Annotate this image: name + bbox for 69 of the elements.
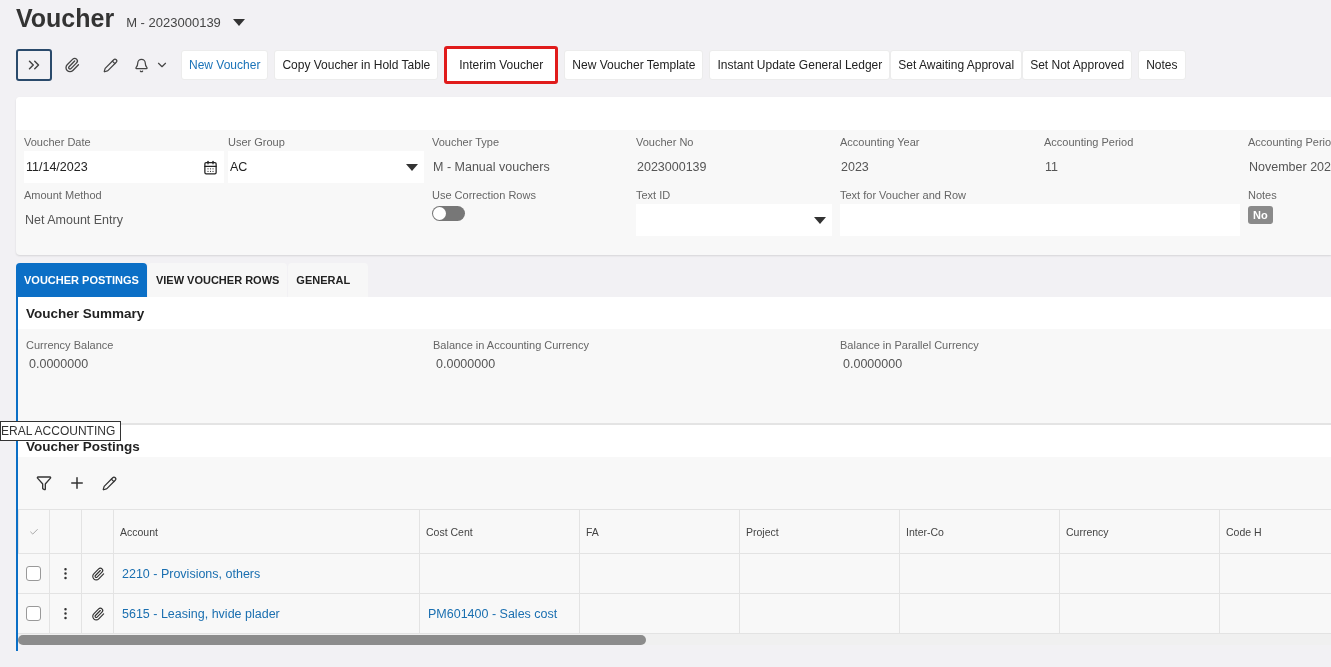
field-label: User Group <box>228 136 286 148</box>
field-value: 2023 <box>840 159 870 176</box>
field-label: Notes <box>1248 189 1278 201</box>
date-field[interactable]: 11/14/2023 <box>24 151 224 183</box>
field-label: Voucher Type <box>432 136 501 148</box>
dropdown-field[interactable] <box>636 204 832 236</box>
column-header[interactable]: Inter-Co <box>900 509 1060 554</box>
field-value: M - Manual vouchers <box>432 159 551 176</box>
toolbar-button[interactable]: Copy Voucher in Hold Table <box>274 50 439 80</box>
record-selector[interactable]: M - 2023000139 <box>126 15 245 30</box>
page-title: Voucher <box>16 4 115 33</box>
field-value: 2023000139 <box>636 159 708 176</box>
field-value: November 202 <box>1248 159 1331 176</box>
field-label: Balance in Accounting Currency <box>433 339 590 351</box>
field-label: Accounting Perio <box>1248 136 1331 148</box>
field-label: Accounting Period <box>1044 136 1135 148</box>
toolbar-button[interactable]: New Voucher <box>181 50 269 80</box>
field-label: Use Correction Rows <box>432 189 537 201</box>
column-header[interactable]: Code H <box>1220 509 1331 554</box>
link-cell[interactable]: 2210 - Provisions, others <box>114 554 420 594</box>
field-label: Text for Voucher and Row <box>840 189 967 201</box>
column-header[interactable]: Cost Cent <box>420 509 580 554</box>
column-header[interactable]: Currency <box>1060 509 1220 554</box>
filter-icon[interactable] <box>36 475 52 491</box>
field-value: 11 <box>1044 159 1059 176</box>
toggle-switch[interactable] <box>432 206 465 221</box>
field-label: Balance in Parallel Currency <box>840 339 980 351</box>
field-value: 0.0000000 <box>435 357 497 371</box>
notes-badge: No <box>1248 206 1273 224</box>
toolbar-button[interactable]: Interim Voucher <box>444 46 559 84</box>
field-label: Voucher Date <box>24 136 92 148</box>
field-label: Text ID <box>636 189 672 201</box>
toolbar-button[interactable]: Set Not Approved <box>1022 50 1133 80</box>
row-checkbox[interactable] <box>26 606 41 621</box>
paperclip-icon[interactable] <box>90 566 105 581</box>
field-value: 0.0000000 <box>842 357 904 371</box>
toolbar-button[interactable]: Instant Update General Ledger <box>709 50 891 80</box>
field-label: Accounting Year <box>840 136 921 148</box>
caret-icon <box>814 216 826 224</box>
caret-icon <box>406 163 418 171</box>
pencil-icon[interactable] <box>102 475 117 491</box>
toolbar-button[interactable]: New Voucher Template <box>564 50 704 80</box>
add-icon[interactable] <box>68 474 86 492</box>
calendar-icon[interactable] <box>203 159 218 175</box>
section-title: Voucher Summary <box>26 305 145 321</box>
tab[interactable]: GENERAL <box>288 263 369 297</box>
expand-button[interactable] <box>16 49 52 81</box>
tab[interactable]: VOUCHER POSTINGS <box>16 263 147 297</box>
column-header[interactable]: FA <box>580 509 740 554</box>
field-label: Currency Balance <box>26 339 115 351</box>
field-label: Amount Method <box>24 189 103 201</box>
column-header[interactable]: Project <box>740 509 900 554</box>
bell-icon[interactable] <box>134 57 149 73</box>
column-header[interactable]: Account <box>114 509 420 554</box>
dropdown-field[interactable]: AC <box>228 151 424 183</box>
check-icon <box>29 526 39 537</box>
field-label: Voucher No <box>636 136 695 148</box>
toolbar-button[interactable]: Set Awaiting Approval <box>890 50 1023 80</box>
field-value: 0.0000000 <box>28 357 90 371</box>
scrollbar-thumb[interactable] <box>18 634 646 645</box>
tab[interactable]: VIEW VOUCHER ROWS <box>147 263 288 297</box>
tooltip: ERAL ACCOUNTING <box>0 421 122 441</box>
pencil-icon[interactable] <box>102 57 118 73</box>
paperclip-icon[interactable] <box>90 606 105 621</box>
paperclip-icon[interactable] <box>64 57 80 73</box>
field-value: Net Amount Entry <box>24 212 124 229</box>
row-checkbox[interactable] <box>26 566 41 581</box>
section-title: Voucher Postings <box>26 438 140 454</box>
toolbar-button[interactable]: Notes <box>1138 50 1186 80</box>
